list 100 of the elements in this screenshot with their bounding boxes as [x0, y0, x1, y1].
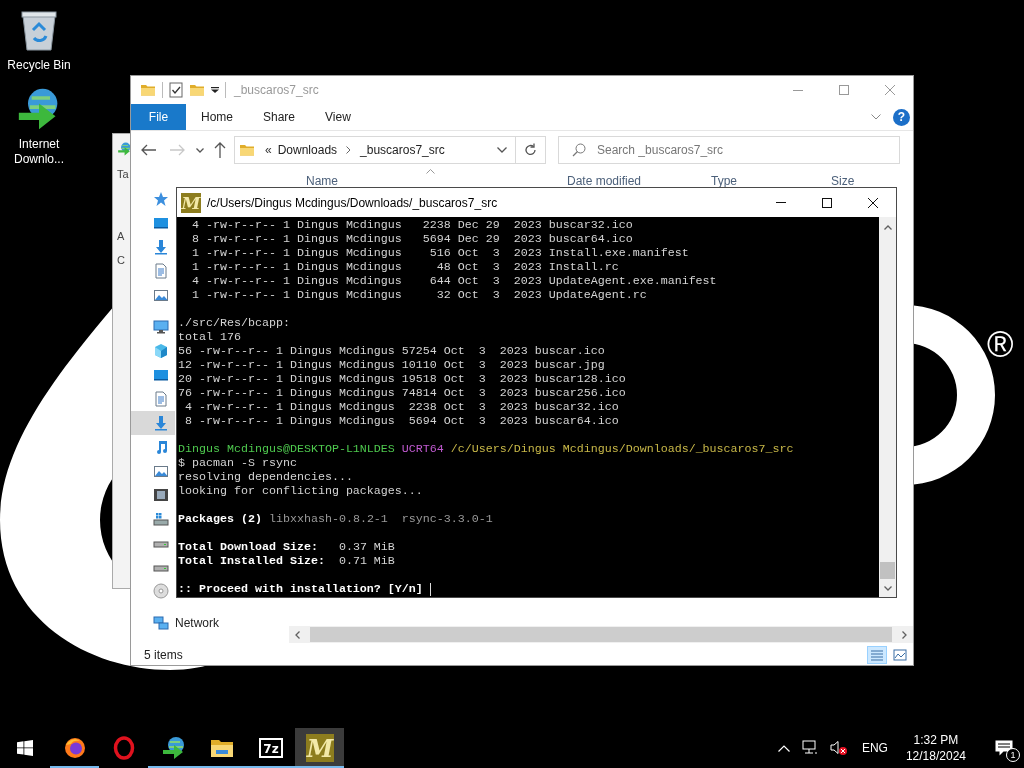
scrollbar-thumb[interactable]: [310, 627, 892, 642]
nav-item[interactable]: Network: [131, 611, 225, 635]
refresh-icon: [524, 143, 537, 157]
chevron-down-icon[interactable]: [871, 114, 881, 120]
terminal-text: Total Download Size: 0.37 MiB: [178, 540, 395, 554]
recycle-bin-icon[interactable]: [19, 8, 59, 52]
picture-icon: [153, 287, 169, 303]
cube-icon: [153, 343, 169, 359]
details-view-icon[interactable]: [867, 645, 887, 664]
horizontal-scrollbar[interactable]: [289, 626, 913, 643]
search-icon: [572, 143, 586, 157]
status-text: 5 items: [144, 647, 183, 662]
computer-icon: [153, 319, 169, 335]
folder-icon: [209, 737, 234, 759]
browser-icon: [62, 736, 87, 760]
download-arrow-icon: [153, 415, 169, 431]
archive-icon: 7z: [258, 738, 283, 758]
download-arrow-icon: [153, 239, 169, 255]
scroll-right-icon[interactable]: [902, 630, 907, 639]
terminal-text: Total Installed Size: 0.71 MiB: [178, 554, 395, 568]
caret-icon[interactable]: [211, 87, 219, 93]
caret-icon[interactable]: [196, 147, 204, 153]
document-icon: [153, 263, 169, 279]
sort-caret-icon: [426, 169, 435, 174]
checklist-icon[interactable]: [169, 82, 183, 98]
folder-icon: [140, 82, 156, 98]
dropdown-icon[interactable]: [497, 147, 507, 153]
path-segment[interactable]: _buscaros7_src: [360, 143, 445, 157]
terminal-text: 76 -rw-r--r-- 1 Dingus Mcdingus 74814 Oct 3 2023 buscar256.ico: [178, 386, 626, 400]
column-header[interactable]: Name: [306, 174, 567, 188]
document-icon: [153, 391, 169, 407]
desktop-icon-label[interactable]: Recycle Bin: [4, 58, 74, 73]
notification-icon[interactable]: [995, 740, 1013, 756]
back-icon[interactable]: [141, 144, 157, 156]
scroll-up-icon[interactable]: [883, 225, 892, 230]
picture-icon: [153, 463, 169, 479]
drive-icon: [153, 511, 169, 527]
scroll-down-icon[interactable]: [883, 586, 892, 591]
terminal-text: $ pacman -S rsync: [178, 456, 297, 470]
terminal-text: total 176: [178, 330, 241, 344]
window-text: Ta: [117, 168, 129, 180]
windows-logo-icon: [17, 740, 33, 756]
star-icon: [153, 191, 169, 207]
terminal-text: ./src/Res/bcapp:: [178, 316, 290, 330]
m-logo-icon: M: [305, 734, 334, 762]
column-header[interactable]: Date modified: [567, 174, 711, 188]
maximize-icon[interactable]: [822, 197, 832, 208]
terminal-text: 4 -rw-r--r-- 1 Dingus Mcdingus 644 Oct 3 2023 UpdateAgent.exe.manifest: [191, 274, 717, 288]
window-title: _buscaros7_src: [234, 83, 319, 97]
window-text: C: [117, 254, 125, 266]
scroll-left-icon[interactable]: [295, 630, 300, 639]
language-indicator[interactable]: ENG: [861, 741, 888, 755]
terminal-text: 20 -rw-r--r-- 1 Dingus Mcdingus 19518 Oct 3 2023 buscar128.ico: [178, 372, 626, 386]
path-overflow[interactable]: «: [265, 143, 272, 157]
notification-badge: 1: [1006, 748, 1020, 762]
volume-muted-icon[interactable]: [829, 740, 848, 756]
terminal-text: Packages (2) libxxhash-0.8.2-1 rsync-3.3.0-1: [178, 512, 493, 526]
folder-icon: [239, 142, 255, 158]
clock-button[interactable]: 1:32 PM 12/18/2024: [899, 732, 972, 764]
ribbon-tab[interactable]: File: [131, 104, 186, 130]
network-icon[interactable]: [801, 740, 818, 756]
chevron-right-icon: [346, 146, 352, 154]
column-header[interactable]: Size: [831, 174, 855, 188]
terminal-text: 4 -rw-r--r-- 1 Dingus Mcdingus 2238 Dec 29 2023 buscar32.ico: [191, 218, 633, 232]
terminal-text: 56 -rw-r--r-- 1 Dingus Mcdingus 57254 Oct 3 2023 buscar.ico: [178, 344, 605, 358]
terminal-text: 1 -rw-r--r-- 1 Dingus Mcdingus 516 Oct 3 2023 Install.exe.manifest: [191, 246, 689, 260]
desktop-folder-icon: [153, 367, 169, 383]
up-icon[interactable]: [214, 142, 226, 158]
terminal-text: 8 -rw-r--r-- 1 Dingus Mcdingus 5694 Oct 3 2023 buscar64.ico: [184, 414, 619, 428]
ribbon-tab[interactable]: Share: [248, 104, 311, 130]
minimize-icon[interactable]: [793, 89, 803, 91]
refresh-button[interactable]: [516, 136, 546, 164]
terminal-text: resolving dependencies...: [178, 470, 353, 484]
ribbon-tab[interactable]: View: [310, 104, 366, 130]
film-icon: [153, 487, 169, 503]
terminal-text: looking for conflicting packages...: [178, 484, 423, 498]
column-header[interactable]: Type: [711, 174, 831, 188]
search-field[interactable]: Search _buscaros7_src: [558, 136, 900, 164]
disc-icon: [153, 583, 169, 599]
ribbon-tab[interactable]: Home: [186, 104, 248, 130]
vertical-scrollbar[interactable]: [879, 217, 896, 597]
terminal-text: 1 -rw-r--r-- 1 Dingus Mcdingus 32 Oct 3 2023 UpdateAgent.rc: [191, 288, 647, 302]
help-icon[interactable]: ?: [893, 108, 910, 126]
desktop-icon-label[interactable]: Internet Downlo...: [4, 137, 74, 167]
desktop-folder-icon: [153, 215, 169, 231]
network-icon: [153, 615, 169, 631]
path-segment[interactable]: Downloads: [277, 143, 338, 157]
close-icon[interactable]: [868, 197, 878, 208]
address-bar[interactable]: « Downloads _buscaros7_src: [234, 136, 516, 164]
globe-arrow-icon: [160, 736, 185, 760]
ring-icon: [112, 736, 135, 760]
terminal-text: :: Proceed with installation? [Y/n]: [178, 582, 424, 596]
chevron-up-icon[interactable]: [777, 744, 790, 752]
scrollbar-thumb[interactable]: [880, 562, 895, 579]
window-text: A: [117, 230, 125, 242]
terminal-text: 8 -rw-r--r-- 1 Dingus Mcdingus 5694 Dec 29 2023 buscar64.ico: [191, 232, 633, 246]
terminal-text: 4 -rw-r--r-- 1 Dingus Mcdingus 2238 Oct 3 2023 buscar32.ico: [184, 400, 619, 414]
taskbar-button[interactable]: 7z: [246, 728, 295, 768]
trademark-symbol: ®: [987, 325, 1014, 365]
terminal-text: 12 -rw-r--r-- 1 Dingus Mcdingus 10110 Oct 3 2023 buscar.jpg: [178, 358, 605, 372]
